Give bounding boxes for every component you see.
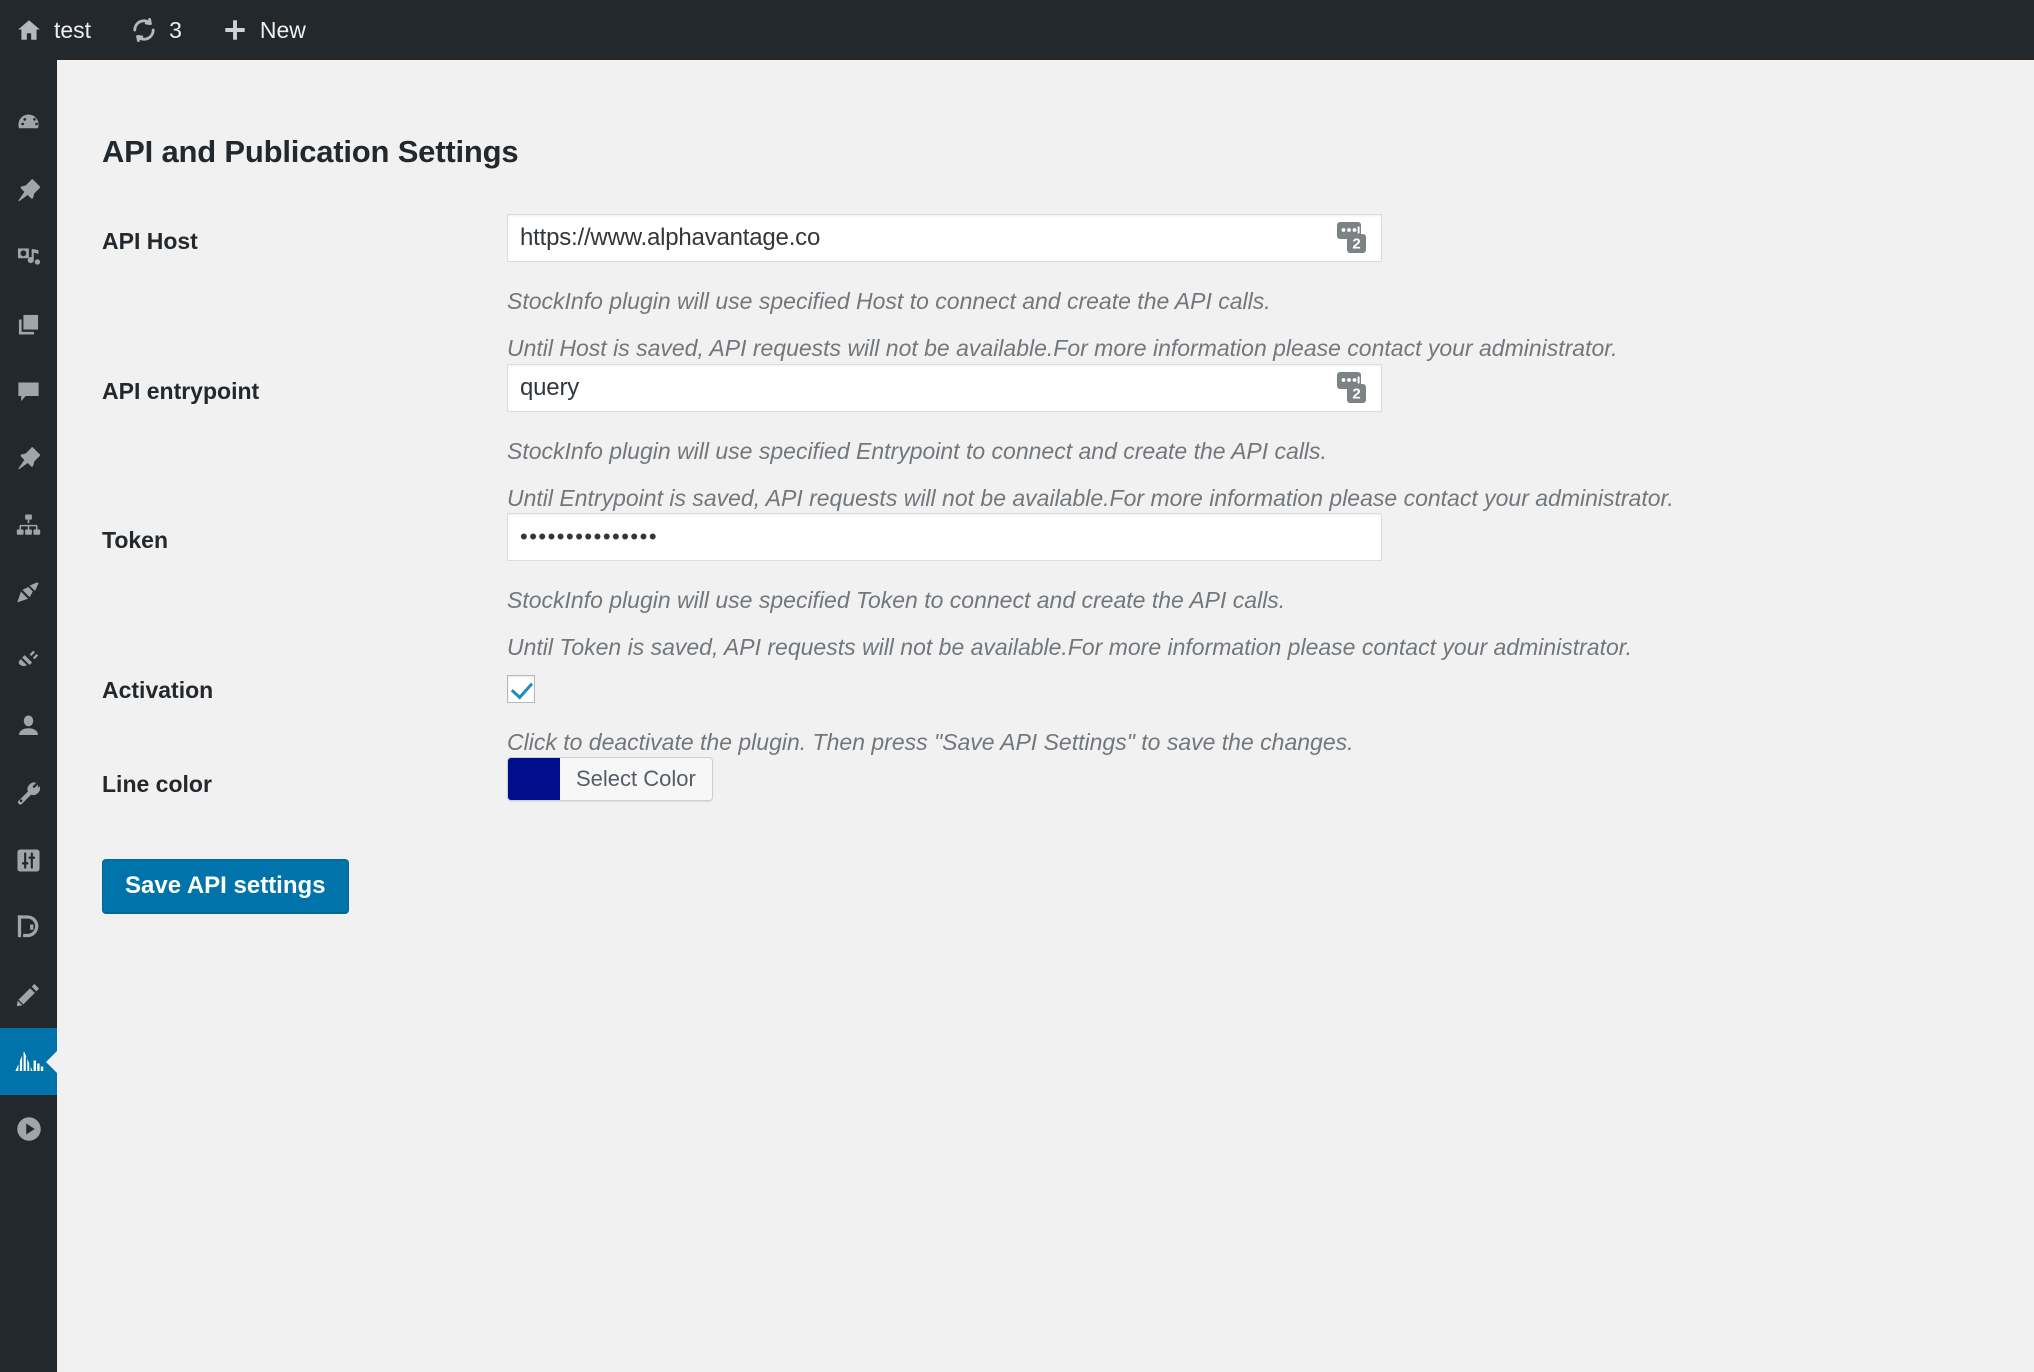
api-host-input[interactable]: https://www.alphavantage.co 2	[507, 214, 1382, 262]
comment-bubble-icon	[15, 378, 42, 405]
plug-icon	[15, 646, 42, 673]
sidebar-item-sitemap[interactable]	[0, 492, 57, 559]
sidebar-item-editor[interactable]	[0, 961, 57, 1028]
updates-icon	[131, 17, 157, 43]
token-label: Token	[57, 511, 507, 554]
sidebar-top-spacer	[0, 60, 57, 90]
adminbar-site-name[interactable]: test	[0, 0, 107, 60]
adminbar-updates[interactable]: 3	[115, 0, 198, 60]
api-host-desc-1: StockInfo plugin will use specified Host…	[507, 289, 2034, 314]
paintbrush-icon	[15, 579, 42, 606]
sidebar-item-media[interactable]	[0, 224, 57, 291]
api-entrypoint-desc-1: StockInfo plugin will use specified Entr…	[507, 439, 2034, 464]
sidebar-item-plugins[interactable]	[0, 626, 57, 693]
sidebar-item-pages[interactable]	[0, 291, 57, 358]
main-content: API and Publication Settings API Host ht…	[57, 60, 2034, 1372]
line-color-picker-button[interactable]: Select Color	[507, 757, 713, 801]
sidebar-item-dashboard[interactable]	[0, 90, 57, 157]
sliders-icon	[15, 847, 42, 874]
save-api-settings-button[interactable]: Save API settings	[102, 859, 349, 913]
play-circle-icon	[14, 1114, 44, 1144]
plus-icon	[222, 17, 248, 43]
line-color-swatch	[508, 758, 560, 800]
form-row-line-color: Line color Select Color	[57, 755, 2034, 805]
home-icon	[16, 17, 42, 43]
autofill-count: 2	[1352, 385, 1360, 402]
pin-icon	[15, 445, 42, 472]
activation-checkbox-wrap	[507, 663, 2034, 703]
sitemap-icon	[15, 512, 42, 539]
activation-desc-1: Click to deactivate the plugin. Then pre…	[507, 730, 2034, 755]
pages-icon	[15, 311, 42, 338]
settings-form: API Host https://www.alphavantage.co 2	[57, 212, 2034, 805]
sidebar-item-appearance[interactable]	[0, 559, 57, 626]
token-value: •••••••••••••••	[508, 524, 658, 550]
api-entrypoint-input[interactable]: query 2	[507, 364, 1382, 412]
gauge-icon	[15, 110, 42, 137]
activation-checkbox[interactable]	[507, 675, 535, 703]
password-manager-icon[interactable]: 2	[1334, 371, 1372, 405]
sidebar-item-portfolio[interactable]	[0, 425, 57, 492]
adminbar-new-content[interactable]: New	[206, 0, 322, 60]
page-title: API and Publication Settings	[57, 60, 2034, 170]
sidebar-item-tools[interactable]	[0, 760, 57, 827]
api-host-label: API Host	[57, 212, 507, 255]
sidebar-item-stockinfo[interactable]	[0, 1028, 57, 1095]
sidebar-item-users[interactable]	[0, 693, 57, 760]
autofill-count: 2	[1352, 236, 1360, 253]
token-desc-1: StockInfo plugin will use specified Toke…	[507, 588, 2034, 613]
form-row-api-entrypoint: API entrypoint query 2	[57, 362, 2034, 512]
line-color-button-label: Select Color	[560, 758, 712, 800]
token-desc-2: Until Token is saved, API requests will …	[507, 635, 2034, 660]
sidebar-item-comments[interactable]	[0, 358, 57, 425]
sidebar-item-settings[interactable]	[0, 827, 57, 894]
api-host-desc-2: Until Host is saved, API requests will n…	[507, 336, 2034, 361]
admin-sidebar	[0, 60, 57, 1372]
form-row-activation: Activation Click to deactivate the plugi…	[57, 661, 2034, 755]
api-host-value: https://www.alphavantage.co	[508, 224, 820, 252]
wrench-icon	[15, 780, 42, 807]
sidebar-item-posts[interactable]	[0, 157, 57, 224]
media-icon	[15, 244, 43, 272]
user-icon	[15, 713, 42, 740]
token-input[interactable]: •••••••••••••••	[507, 513, 1382, 561]
form-row-api-host: API Host https://www.alphavantage.co 2	[57, 212, 2034, 362]
adminbar-new-label: New	[260, 19, 306, 42]
adminbar-updates-count: 3	[169, 19, 182, 42]
admin-bar: test 3 New	[0, 0, 2034, 60]
pin-icon	[15, 177, 42, 204]
adminbar-site-label: test	[54, 19, 91, 42]
pencil-icon	[15, 981, 42, 1008]
api-entrypoint-value: query	[508, 374, 579, 402]
sidebar-item-divi[interactable]	[0, 894, 57, 961]
line-color-label: Line color	[57, 755, 507, 798]
form-row-token: Token ••••••••••••••• StockInfo plugin w…	[57, 511, 2034, 661]
d-logo-icon	[14, 913, 44, 943]
activation-label: Activation	[57, 661, 507, 704]
chart-bars-icon	[13, 1048, 45, 1076]
api-entrypoint-desc-2: Until Entrypoint is saved, API requests …	[507, 486, 2034, 511]
api-entrypoint-label: API entrypoint	[57, 362, 507, 405]
sidebar-item-video[interactable]	[0, 1095, 57, 1162]
password-manager-icon[interactable]: 2	[1334, 221, 1372, 255]
